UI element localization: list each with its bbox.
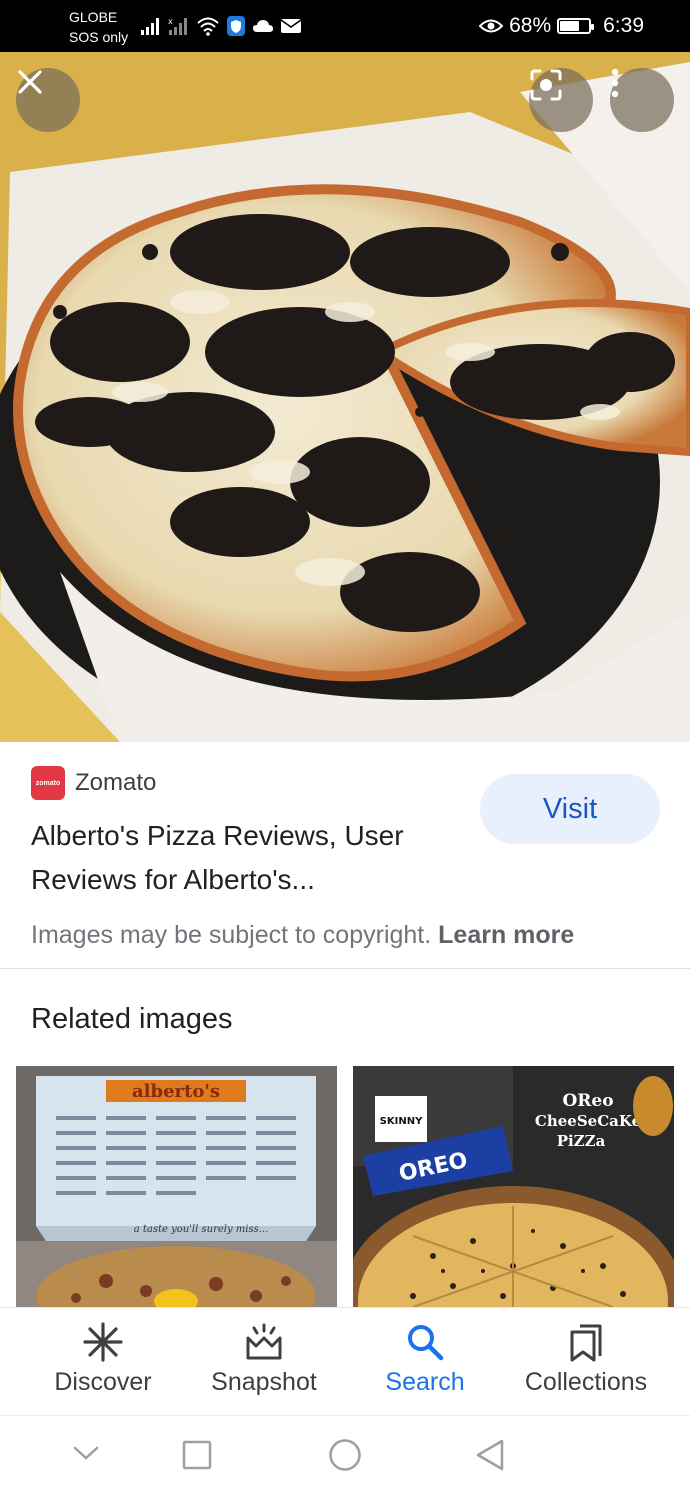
system-navigation-bar (0, 1415, 690, 1495)
search-icon (408, 1325, 444, 1361)
nav-snapshot-label: Snapshot (211, 1368, 317, 1396)
eye-comfort-icon (479, 19, 504, 33)
more-vert-icon (611, 68, 619, 98)
oreo-pizza-photo: SKINNY OREO OReo CheeSeCaKe PiZZa (353, 1066, 674, 1307)
image-title[interactable]: Alberto's Pizza Reviews, User Reviews fo… (31, 814, 471, 902)
nav-collections-label: Collections (524, 1368, 648, 1396)
main-image[interactable] (0, 52, 690, 742)
nav-search-label: Search (385, 1368, 465, 1396)
source-name: Zomato (75, 769, 157, 796)
skinny-badge: SKINNY (380, 1116, 423, 1127)
box-brand: alberto's (132, 1081, 220, 1102)
mail-icon (280, 19, 302, 33)
related-images-heading: Related images (31, 1003, 233, 1035)
divider (0, 968, 690, 969)
learn-more-link[interactable]: Learn more (438, 921, 574, 949)
signal-icon (141, 18, 159, 35)
caption-line-3: PiZZa (557, 1132, 606, 1150)
copyright-text: Images may be subject to copyright. (31, 921, 432, 949)
lens-icon (530, 69, 562, 101)
status-right: 68% 6:39 (479, 12, 644, 40)
asterisk-icon (83, 1322, 123, 1362)
caption-line-1: OReo (562, 1091, 613, 1111)
source-row[interactable]: zomato Zomato (31, 766, 156, 800)
carrier-status: SOS only (69, 29, 129, 45)
status-bar: GLOBE SOS only x 68% 6:39 (0, 0, 690, 52)
nav-collections[interactable]: Collections (501, 1322, 671, 1397)
pizza-photo (0, 52, 690, 742)
caption-line-2: CheeSeCaKe (535, 1112, 641, 1130)
close-icon (18, 70, 42, 94)
close-button[interactable] (16, 68, 80, 132)
nav-search[interactable]: Search (340, 1322, 510, 1397)
lens-button[interactable] (529, 68, 593, 132)
hide-keyboard-icon[interactable] (72, 1444, 100, 1462)
copyright-notice: Images may be subject to copyright. Lear… (31, 918, 574, 952)
nav-discover[interactable]: Discover (18, 1322, 188, 1397)
nav-snapshot[interactable]: Snapshot (179, 1322, 349, 1397)
system-icons: x (140, 12, 302, 40)
related-image-2[interactable]: SKINNY OREO OReo CheeSeCaKe PiZZa (353, 1066, 674, 1307)
home-icon[interactable] (328, 1438, 362, 1472)
visit-button[interactable]: Visit (480, 774, 660, 844)
battery-percent: 68% (509, 14, 552, 37)
related-image-1[interactable]: alberto's a taste you'll surely miss... (16, 1066, 337, 1307)
nav-discover-label: Discover (54, 1368, 152, 1396)
carrier-name: GLOBE (69, 9, 118, 25)
wifi-icon (197, 17, 219, 36)
snapshot-icon (246, 1323, 282, 1360)
pizza-box-photo: alberto's a taste you'll surely miss... (16, 1066, 337, 1307)
cloud-icon (253, 20, 273, 32)
carrier-info: GLOBE SOS only (69, 7, 128, 47)
recents-icon[interactable] (182, 1440, 212, 1470)
collections-icon (570, 1324, 602, 1362)
zomato-logo: zomato (31, 766, 65, 800)
signal-off-icon: x (168, 17, 187, 35)
bottom-navigation: Discover Snapshot Search Collections (0, 1307, 690, 1415)
svg-text:x: x (168, 17, 173, 26)
box-tagline: a taste you'll surely miss... (134, 1224, 269, 1235)
more-options-button[interactable] (610, 68, 674, 132)
shield-icon (227, 16, 245, 36)
clock: 6:39 (603, 14, 644, 37)
battery-icon (557, 18, 595, 34)
back-icon[interactable] (474, 1438, 506, 1472)
